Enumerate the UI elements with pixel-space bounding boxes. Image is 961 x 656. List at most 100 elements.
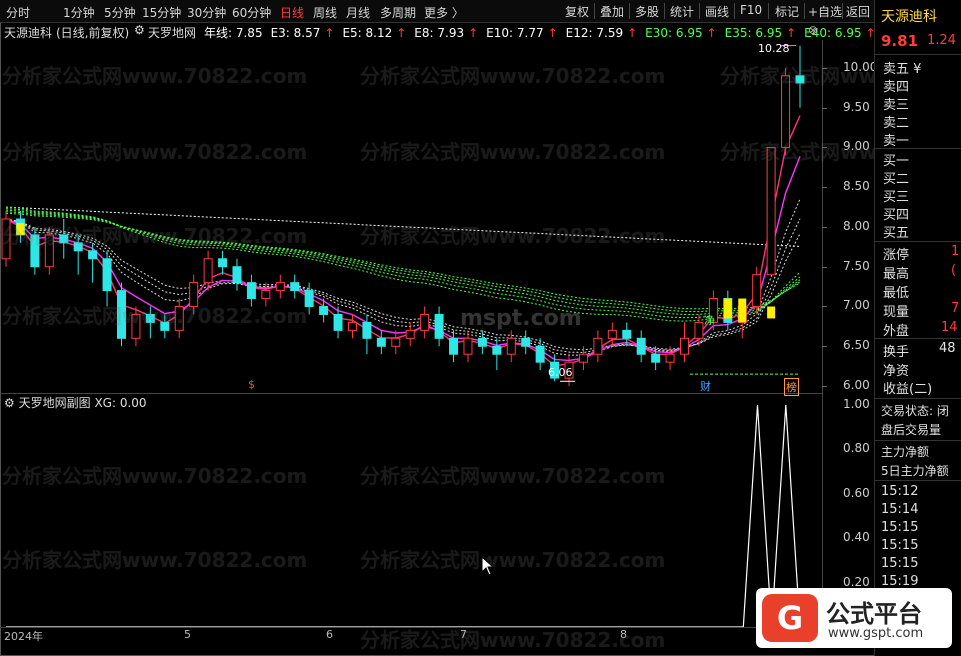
candle-body	[102, 258, 112, 292]
up-arrow-icon: ↑	[706, 26, 717, 40]
candle-body	[73, 242, 83, 252]
divider	[594, 3, 595, 19]
candle-body	[665, 353, 675, 363]
gear-icon[interactable]: ⚙	[134, 23, 145, 37]
buy-1: 买一	[883, 154, 910, 169]
main-net-amount: 主力净额	[881, 445, 930, 459]
panel-change: 1.24	[927, 33, 956, 48]
x-label-month: 8	[620, 628, 627, 641]
tab-1min[interactable]: 1分钟	[63, 4, 95, 21]
candle-body	[434, 313, 444, 339]
net-marker: 净	[704, 314, 715, 327]
tab-30min[interactable]: 30分钟	[187, 4, 226, 21]
candle-body	[145, 313, 155, 323]
finance-marker[interactable]: 财	[700, 378, 711, 394]
multi-stock-button[interactable]: 多股	[635, 3, 659, 20]
price-tick-mark	[822, 187, 827, 189]
buy-2: 买二	[883, 172, 910, 187]
sub-axis-tick: 1.00	[843, 397, 870, 412]
stat-net-asset: 净资	[883, 364, 910, 379]
indicator-value-3: E8: 7.93 ↑	[414, 26, 482, 40]
divider	[768, 3, 769, 19]
divider	[842, 3, 843, 19]
tab-fenshi[interactable]: 分时	[6, 4, 30, 21]
stat-low: 最低	[883, 286, 910, 301]
mouse-cursor-icon	[481, 556, 495, 576]
x-axis	[0, 627, 822, 644]
indicator-info-line: 天源迪科 (日线,前复权) ⚙ 天罗地网 年线: 7.85 E3: 8.57 ↑ E5…	[0, 22, 887, 41]
candle-body	[781, 75, 791, 148]
price-tick-mark	[822, 107, 827, 109]
price-tick-mark	[822, 147, 827, 149]
tab-15min[interactable]: 15分钟	[142, 4, 181, 21]
indicator-name[interactable]: 天罗地网	[148, 24, 196, 41]
statistics-button[interactable]: 统计	[670, 3, 694, 20]
back-button[interactable]: 返回	[846, 3, 870, 20]
tab-daily[interactable]: 日线	[280, 4, 304, 21]
logo-g-icon: G	[762, 594, 818, 642]
sell-4: 卖四	[883, 80, 910, 95]
close-icon[interactable]: ⊗	[808, 23, 818, 37]
tab-weekly[interactable]: 周线	[313, 4, 337, 21]
mark-button[interactable]: 标记	[775, 3, 799, 20]
dividend-marker[interactable]: $	[248, 378, 255, 391]
candle-body	[492, 345, 502, 355]
candle-body	[680, 337, 690, 355]
candle-body	[622, 329, 632, 339]
tab-60min[interactable]: 60分钟	[232, 4, 271, 21]
candle-body	[766, 146, 776, 276]
up-arrow-icon: ↑	[324, 26, 335, 40]
stat-outer-value: 14	[941, 320, 958, 335]
list-marker[interactable]: 榜	[784, 378, 799, 396]
candle-body	[319, 305, 329, 315]
price-tick-mark	[822, 306, 827, 308]
candle-body	[304, 290, 314, 307]
price-tick: 6.50	[843, 338, 870, 353]
candle-body	[636, 337, 646, 355]
price-tick: 9.50	[843, 99, 870, 114]
candle-body	[463, 337, 473, 355]
overlay-button[interactable]: 叠加	[600, 3, 624, 20]
x-label-year: 2024年	[4, 630, 43, 643]
sub-axis-tick: 0.20	[843, 574, 870, 589]
stock-name-label: 天源迪科	[4, 26, 53, 40]
draw-line-button[interactable]: 画线	[705, 3, 729, 20]
candle-body	[391, 337, 401, 347]
sub-indicator-chart[interactable]	[0, 394, 822, 627]
candle-body	[535, 345, 545, 363]
indicator-value-4: E10: 7.77 ↑	[486, 26, 562, 40]
candlestick-chart[interactable]	[0, 40, 822, 394]
signal-bar	[767, 306, 776, 319]
candle-body	[30, 234, 40, 268]
candle-body	[593, 337, 603, 355]
f10-button[interactable]: F10	[740, 3, 762, 17]
candle-body	[160, 321, 170, 331]
tab-5min[interactable]: 5分钟	[104, 4, 136, 21]
tab-multi-period[interactable]: 多周期	[380, 4, 416, 21]
candle-body	[405, 329, 415, 339]
gspt-logo: G 公式平台 www.gspt.com	[756, 588, 952, 648]
buy-4: 买四	[883, 208, 910, 223]
price-tick: 8.00	[843, 218, 870, 233]
signal-bar	[738, 298, 747, 323]
indicator-value-6: E30: 6.95 ↑	[645, 26, 721, 40]
candle-body	[232, 266, 242, 284]
indicator-text: E12: 7.59	[565, 26, 624, 40]
sell-1: 卖一	[883, 134, 910, 149]
tab-more[interactable]: 更多 〉	[424, 4, 464, 21]
sell-3: 卖三	[883, 98, 910, 113]
tab-monthly[interactable]: 月线	[346, 4, 370, 21]
restore-rights-button[interactable]: 复权	[565, 3, 589, 20]
indicator-values: 年线: 7.85 E3: 8.57 ↑ E5: 8.12 ↑ E8: 7.93 ↑ E10: …	[204, 24, 895, 41]
candle-body	[44, 234, 54, 268]
price-tick-mark	[822, 67, 827, 69]
add-watchlist-button[interactable]: +自选	[808, 3, 842, 20]
y-axis-line	[822, 40, 823, 627]
candle-body	[477, 337, 487, 347]
indicator-text: E10: 7.77	[486, 26, 544, 40]
price-tick-mark	[822, 266, 827, 268]
tick-time: 15:14	[881, 502, 919, 517]
candle-body	[607, 329, 617, 339]
sell-2: 卖二	[883, 116, 910, 131]
period-toolbar: 分时 1分钟 5分钟 15分钟 30分钟 60分钟 日线 周线 月线 多周期 更…	[0, 0, 874, 23]
